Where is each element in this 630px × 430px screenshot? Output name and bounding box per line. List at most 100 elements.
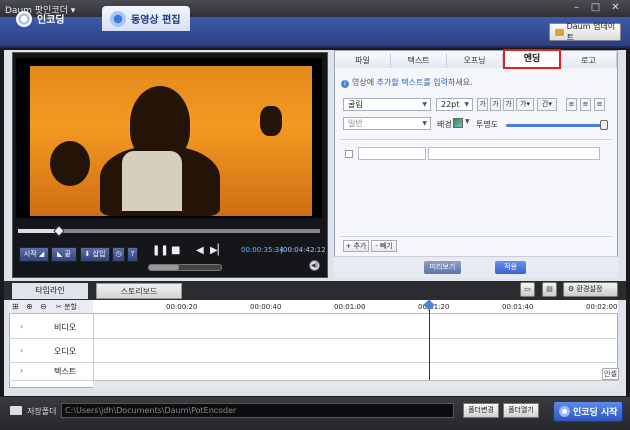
split-button[interactable]: ✂ 분할 bbox=[56, 302, 77, 312]
tab-ending[interactable]: 엔딩 bbox=[503, 49, 561, 69]
chevron-down-icon[interactable]: ▼ bbox=[465, 118, 470, 125]
track-text[interactable]: › 텍스트 bbox=[9, 362, 618, 381]
ruler-tick: 00:01:40 bbox=[502, 303, 534, 311]
volume-icon[interactable]: ◀) bbox=[309, 260, 320, 271]
current-time: 00:00:35:34 bbox=[241, 246, 284, 254]
close-icon[interactable]: ✕ bbox=[609, 2, 622, 14]
save-path-field[interactable]: C:\Users\jdh\Documents\Daum\PotEncoder bbox=[61, 403, 454, 418]
playback-speed-fill bbox=[149, 265, 179, 270]
tab-video-edit-label: 동영상 편집 bbox=[131, 15, 181, 26]
chevron-down-icon: ▼ bbox=[422, 120, 427, 127]
align-right-icon[interactable]: ≡ bbox=[594, 98, 605, 111]
total-time: 00:04:42:12 bbox=[283, 246, 326, 254]
transparency-slider-handle[interactable] bbox=[600, 120, 608, 130]
background-figure bbox=[50, 141, 90, 186]
mark-start-button[interactable]: 시작 ◢ bbox=[19, 247, 49, 262]
remove-button[interactable]: - 빼기 bbox=[371, 240, 397, 252]
save-icon[interactable]: ▤ bbox=[542, 282, 557, 297]
hint-link: 추가할 텍스트를 입력 bbox=[376, 78, 448, 87]
title-bar: Daum 팟인코더 ▾ – □ ✕ bbox=[0, 0, 630, 17]
divider bbox=[340, 236, 612, 237]
transparency-label: 투명도 bbox=[476, 120, 499, 129]
underline-icon[interactable]: 가 bbox=[503, 98, 514, 111]
bold-icon[interactable]: 가 bbox=[477, 98, 488, 111]
action-bar bbox=[334, 256, 618, 278]
zoom-out-icon[interactable]: ⊖ bbox=[40, 302, 47, 311]
timeline-scrollbar[interactable] bbox=[93, 380, 618, 388]
start-encoding-label: 인코딩 시작 bbox=[573, 408, 618, 418]
tab-video-edit[interactable]: 동영상 편집 bbox=[102, 6, 190, 31]
tab-logo[interactable]: 로고 bbox=[561, 53, 617, 68]
align-center-icon[interactable]: ≡ bbox=[580, 98, 591, 111]
font-size-value: 22pt bbox=[441, 100, 460, 109]
ending-text-field[interactable] bbox=[428, 147, 600, 160]
video-frame bbox=[30, 66, 312, 216]
playback-speed-bar[interactable] bbox=[148, 264, 222, 271]
zoom-in-icon[interactable]: ⊕ bbox=[26, 302, 33, 311]
settings-button[interactable]: ⚙ 환경설정 bbox=[563, 282, 618, 297]
daum-update-button[interactable]: Daum 업데이트 bbox=[549, 22, 621, 42]
gear-icon: ⚙ bbox=[568, 285, 575, 293]
prev-frame-icon[interactable]: ◀ bbox=[196, 245, 204, 256]
mark-end-button[interactable]: ◣ 끝 bbox=[51, 247, 77, 262]
tab-text[interactable]: 텍스트 bbox=[391, 53, 447, 68]
top-tab-bar bbox=[0, 17, 630, 48]
disc-icon bbox=[16, 10, 32, 27]
chevron-down-icon: ▼ bbox=[464, 101, 469, 108]
ending-checkbox[interactable] bbox=[345, 150, 353, 158]
folder-icon bbox=[10, 406, 22, 415]
color-picker-icon[interactable]: 간▾ bbox=[537, 98, 557, 111]
open-folder-button[interactable]: 폴더열기 bbox=[503, 403, 539, 418]
background-figure-right bbox=[260, 106, 282, 136]
tab-encoding-label: 인코딩 bbox=[37, 15, 65, 26]
tab-timeline[interactable]: 타임라인 bbox=[12, 283, 88, 299]
track-header-divider bbox=[93, 314, 94, 380]
track-video[interactable]: › 비디오 bbox=[9, 316, 618, 339]
expand-arrow-icon[interactable]: › bbox=[20, 346, 23, 355]
apply-button[interactable]: 적용 bbox=[495, 261, 526, 274]
update-icon bbox=[555, 28, 564, 36]
stop-icon[interactable]: ■ bbox=[171, 245, 180, 256]
maximize-icon[interactable]: □ bbox=[589, 2, 602, 14]
preview-button[interactable]: 미리보기 bbox=[424, 261, 461, 274]
help-icon[interactable]: ? bbox=[127, 247, 138, 262]
expand-arrow-icon[interactable]: › bbox=[20, 322, 23, 331]
insert-button[interactable]: ⬇ 삽입 bbox=[80, 247, 110, 262]
expand-arrow-icon[interactable]: › bbox=[20, 366, 23, 375]
italic-icon[interactable]: 가 bbox=[490, 98, 501, 111]
tab-encoding[interactable]: 인코딩 bbox=[8, 6, 90, 31]
strike-icon[interactable]: 가▾ bbox=[516, 98, 534, 111]
ruler-tick: 00:00:40 bbox=[250, 303, 282, 311]
seek-bar-fill bbox=[18, 229, 58, 233]
tab-file[interactable]: 파일 bbox=[335, 53, 391, 68]
background-image-icon[interactable] bbox=[453, 118, 463, 128]
ending-time-field[interactable] bbox=[358, 147, 426, 160]
track-label: 비디오 bbox=[54, 323, 77, 332]
track-label: 오디오 bbox=[54, 347, 77, 356]
font-size-select[interactable]: 22pt ▼ bbox=[436, 98, 473, 111]
change-folder-button[interactable]: 폴더변경 bbox=[463, 403, 499, 418]
overflow-label: 인셀 bbox=[602, 368, 619, 380]
track-audio[interactable]: › 오디오 bbox=[9, 340, 618, 363]
track-label: 텍스트 bbox=[54, 367, 77, 376]
tab-opening[interactable]: 오프닝 bbox=[447, 53, 503, 68]
minimize-icon[interactable]: – bbox=[570, 2, 583, 14]
folder-icon[interactable]: ▭ bbox=[520, 282, 535, 297]
tab-storyboard[interactable]: 스토리보드 bbox=[96, 283, 182, 299]
add-button[interactable]: + 추가 bbox=[343, 240, 369, 252]
font-select[interactable]: 굴림 ▼ bbox=[343, 98, 431, 111]
style-select[interactable]: 일반 ▼ bbox=[343, 117, 431, 130]
hint-prefix: 영상에 bbox=[352, 78, 377, 87]
fit-icon[interactable]: ⊞ bbox=[12, 302, 19, 311]
ruler-tick: 00:01:00 bbox=[334, 303, 366, 311]
info-icon: i bbox=[341, 80, 349, 88]
save-folder-label: 저장폴더 bbox=[27, 407, 57, 416]
next-frame-icon[interactable]: ▶▏ bbox=[210, 245, 225, 256]
align-left-icon[interactable]: ≡ bbox=[566, 98, 577, 111]
pause-icon[interactable]: ❚❚ bbox=[152, 245, 169, 256]
start-encoding-button[interactable]: 인코딩 시작 bbox=[553, 401, 623, 422]
transparency-slider[interactable] bbox=[506, 124, 606, 127]
clock-icon[interactable]: ◷ bbox=[112, 247, 125, 262]
divider bbox=[340, 139, 612, 140]
hint-suffix: 하세요. bbox=[447, 78, 473, 87]
